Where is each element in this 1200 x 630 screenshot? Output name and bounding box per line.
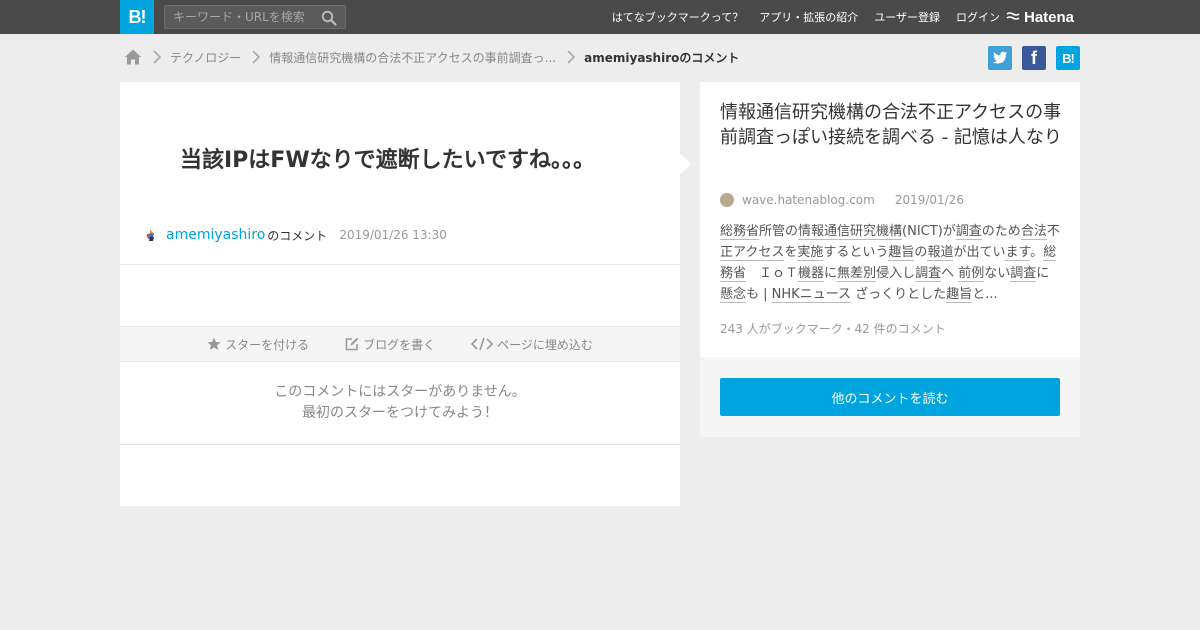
- read-other-comments-button[interactable]: 他のコメントを読む: [720, 378, 1060, 416]
- summary-text: ＩｏＴ: [746, 266, 799, 281]
- summary-text: 侵入し: [876, 266, 916, 281]
- nav-login[interactable]: ログイン: [956, 9, 1000, 25]
- entry-site-row: wave.hatenablog.com 2019/01/26: [720, 192, 964, 208]
- entry-card: 情報通信研究機構の合法不正アクセスの事前調査っぽい接続を調べる - 記憶は人なり…: [700, 82, 1080, 357]
- edit-icon: [345, 337, 359, 351]
- search-input[interactable]: [165, 6, 315, 28]
- comment-panel: 当該IPはFWなりで遮断したいですね。。。 amemiyashiro のコメント…: [120, 82, 680, 506]
- no-star-line-1: このコメントにはスターがありません。: [274, 384, 526, 400]
- entry-title[interactable]: 情報通信研究機構の合法不正アクセスの事前調査っぽい接続を調べる - 記憶は人なり: [720, 100, 1065, 150]
- entry-site[interactable]: wave.hatenablog.com: [742, 193, 875, 207]
- bookmark-count[interactable]: 243 人がブックマーク・42 件のコメント: [720, 320, 946, 337]
- breadcrumb-current: amemiyashiroのコメント: [584, 50, 740, 65]
- summary-keyword[interactable]: 実施: [797, 245, 824, 261]
- divider: [120, 444, 680, 445]
- top-nav: はてなブックマークって？ アプリ・拡張の紹介 ユーザー登録 ログイン: [596, 0, 1000, 34]
- summary-text: の: [914, 245, 928, 260]
- comment-username[interactable]: amemiyashiro: [166, 227, 265, 243]
- no-star-line-2: 最初のスターをつけてみよう！: [302, 405, 498, 421]
- summary-text: のため: [981, 224, 1021, 239]
- summary-text: に: [824, 266, 838, 281]
- summary-text: ざっくりとした: [851, 287, 947, 302]
- summary-text: へ: [941, 266, 959, 281]
- panel-pointer: [680, 153, 691, 175]
- breadcrumb-category[interactable]: テクノロジー: [170, 49, 241, 66]
- add-star-label: スターを付ける: [225, 337, 310, 352]
- home-icon[interactable]: [124, 48, 142, 66]
- hatena-bookmark-logo[interactable]: B!: [120, 0, 154, 34]
- entry-panel: 情報通信研究機構の合法不正アクセスの事前調査っぽい接続を調べる - 記憶は人なり…: [700, 82, 1080, 437]
- summary-keyword[interactable]: 趣旨: [946, 287, 973, 303]
- chevron-right-icon: [567, 50, 576, 64]
- chevron-right-icon: [153, 50, 162, 64]
- top-bar: B! はてなブックマークって？ アプリ・拡張の紹介 ユーザー登録 ログイン Ha…: [0, 0, 1200, 34]
- chevron-right-icon: [252, 50, 261, 64]
- summary-keyword[interactable]: 総務省: [720, 224, 760, 240]
- breadcrumb-entry[interactable]: 情報通信研究機構の合法不正アクセスの事前調査っ...: [269, 49, 556, 66]
- summary-text: するという: [823, 245, 889, 260]
- summary-keyword[interactable]: 趣旨: [888, 245, 915, 261]
- code-icon: [471, 337, 494, 351]
- nav-about[interactable]: はてなブックマークって？: [612, 9, 743, 25]
- twitter-share-button[interactable]: [988, 46, 1012, 70]
- summary-keyword[interactable]: 調査: [1010, 266, 1037, 282]
- summary-text: ない: [984, 266, 1011, 281]
- summary-text: 所管の: [759, 224, 799, 239]
- summary-text: が出てい: [953, 245, 1006, 260]
- add-star-button[interactable]: スターを付ける: [207, 336, 309, 353]
- entry-date: 2019/01/26: [894, 193, 964, 207]
- embed-button[interactable]: ページに埋め込む: [471, 336, 593, 353]
- summary-keyword[interactable]: 前例: [958, 266, 985, 282]
- comment-meta: amemiyashiro のコメント 2019/01/26 13:30: [144, 226, 447, 244]
- breadcrumb: テクノロジー 情報通信研究機構の合法不正アクセスの事前調査っ... amemiy…: [124, 46, 739, 68]
- summary-keyword[interactable]: 報道: [927, 245, 954, 261]
- summary-text: 不: [1046, 224, 1060, 239]
- site-favicon: [720, 193, 734, 207]
- summary-keyword[interactable]: 合法: [1020, 224, 1047, 240]
- hatena-icon: [1006, 12, 1020, 20]
- summary-text: 。: [1030, 245, 1044, 260]
- nav-register[interactable]: ユーザー登録: [874, 9, 940, 25]
- twitter-icon: [992, 51, 1008, 64]
- comment-date: 2019/01/26 13:30: [339, 228, 447, 242]
- summary-keyword[interactable]: 情報通信研究機構: [798, 224, 903, 240]
- facebook-share-button[interactable]: f: [1022, 46, 1046, 70]
- search-box[interactable]: [164, 5, 346, 29]
- summary-keyword[interactable]: 調査: [915, 266, 942, 282]
- divider: [120, 264, 680, 265]
- brand-label: Hatena: [1024, 8, 1075, 26]
- summary-keyword[interactable]: 正アクセス: [720, 245, 785, 261]
- summary-text: と...: [972, 287, 998, 302]
- write-blog-label: ブログを書く: [363, 337, 436, 352]
- nav-apps[interactable]: アプリ・拡張の紹介: [759, 9, 858, 25]
- summary-keyword[interactable]: ます: [1005, 245, 1031, 261]
- summary-text: (NICT)が: [902, 224, 956, 239]
- comment-text: 当該IPはFWなりで遮断したいですね。。。: [180, 148, 595, 173]
- summary-keyword[interactable]: 無差別: [837, 266, 877, 282]
- search-icon[interactable]: [321, 10, 337, 26]
- hatena-bookmark-button[interactable]: B!: [1056, 46, 1080, 70]
- entry-summary: 総務省所管の情報通信研究機構(NICT)が調査のため合法不正アクセスを実施すると…: [720, 221, 1062, 305]
- summary-text: に: [1036, 266, 1050, 281]
- summary-keyword[interactable]: NHKニュース: [771, 287, 852, 303]
- summary-text: も |: [746, 287, 772, 302]
- summary-keyword[interactable]: 調査: [955, 224, 982, 240]
- no-star-message: このコメントにはスターがありません。 最初のスターをつけてみよう！: [120, 382, 680, 424]
- write-blog-button[interactable]: ブログを書く: [345, 336, 435, 353]
- embed-label: ページに埋め込む: [497, 337, 593, 352]
- comment-actions: スターを付ける ブログを書く ページに埋め込む: [120, 326, 680, 362]
- star-icon: [207, 337, 221, 350]
- summary-keyword[interactable]: 機器: [798, 266, 825, 282]
- summary-text: を: [784, 245, 798, 260]
- summary-keyword[interactable]: 懸念: [720, 287, 747, 303]
- avatar[interactable]: [144, 228, 158, 242]
- comment-suffix: のコメント: [267, 228, 328, 243]
- hatena-brand[interactable]: Hatena: [1006, 0, 1074, 34]
